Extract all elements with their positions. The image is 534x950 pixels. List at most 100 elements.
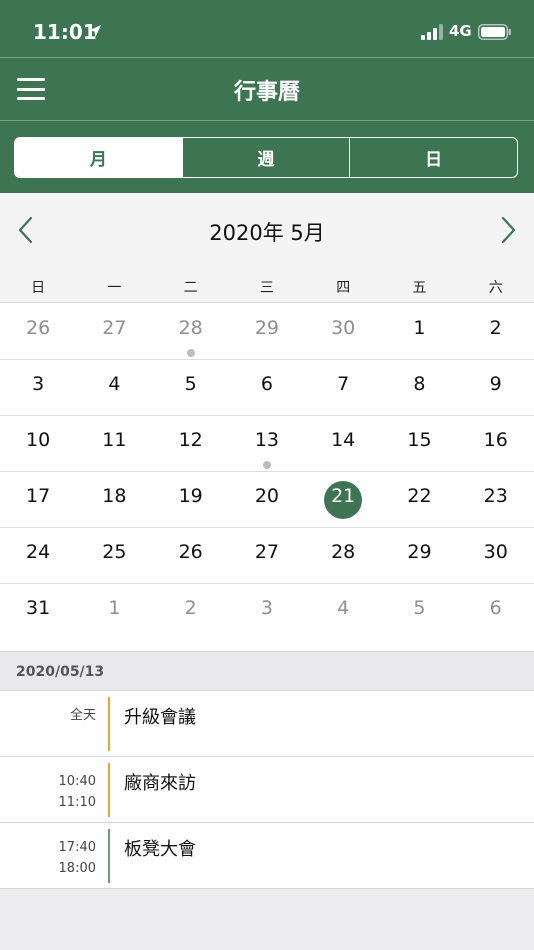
day-number: 27	[102, 317, 127, 339]
view-mode-segmented-control: 月週日	[14, 137, 518, 178]
calendar-day[interactable]: 30	[305, 304, 381, 359]
day-number: 10	[26, 429, 51, 451]
calendar-day[interactable]: 3	[0, 360, 76, 415]
calendar-week-row: 3 4 5 6 7 8 9	[0, 360, 534, 416]
day-number: 28	[178, 317, 203, 339]
calendar-day[interactable]: 28	[305, 528, 381, 583]
day-number: 13	[254, 429, 280, 451]
weekday-label: 三	[259, 280, 274, 296]
calendar-day[interactable]: 28	[153, 304, 229, 359]
day-number: 6	[489, 597, 502, 619]
calendar-day[interactable]: 29	[381, 528, 457, 583]
month-grid: 26 27 28 29 30 1 2 3 4 5 6 7 8 9 10 11 12 13 14 15 16 17 18 19 2…	[0, 304, 534, 640]
event-color-bar	[108, 763, 110, 817]
nav-divider	[0, 120, 534, 121]
event-title: 板凳大會	[124, 839, 196, 860]
calendar-day[interactable]: 24	[0, 528, 76, 583]
calendar-day[interactable]: 20	[229, 472, 305, 527]
calendar-day[interactable]: 9	[458, 360, 534, 415]
calendar-day-selected[interactable]: 21	[305, 472, 381, 527]
calendar-day[interactable]: 6	[458, 584, 534, 640]
weekday-label: 六	[488, 280, 503, 296]
calendar-week-row: 31 1 2 3 4 5 6	[0, 584, 534, 640]
calendar-day[interactable]: 2	[153, 584, 229, 640]
calendar-day[interactable]: 27	[229, 528, 305, 583]
event-start-time: 10:40	[58, 774, 96, 789]
calendar-day[interactable]: 8	[381, 360, 457, 415]
calendar-day[interactable]: 4	[76, 360, 152, 415]
day-number: 6	[260, 373, 273, 395]
segment-tab[interactable]: 週	[181, 138, 350, 177]
event-title: 升級會議	[124, 707, 196, 728]
event-row[interactable]: 全天 升級會議	[0, 691, 534, 757]
calendar-day[interactable]: 5	[153, 360, 229, 415]
calendar-day[interactable]: 11	[76, 416, 152, 471]
calendar-day[interactable]: 23	[458, 472, 534, 527]
calendar-day[interactable]: 19	[153, 472, 229, 527]
month-title: 2020年 5月	[209, 221, 325, 245]
day-number: 2	[184, 597, 197, 619]
calendar-day[interactable]: 7	[305, 360, 381, 415]
day-number: 29	[254, 317, 280, 339]
day-number: 9	[489, 373, 502, 395]
event-start-time: 全天	[69, 708, 96, 723]
calendar-day[interactable]: 18	[76, 472, 152, 527]
calendar-day[interactable]: 16	[458, 416, 534, 471]
calendar-day[interactable]: 4	[305, 584, 381, 640]
day-number: 5	[184, 373, 197, 395]
day-number: 25	[102, 541, 127, 563]
event-times: 10:40 11:10	[0, 771, 96, 813]
event-list: 全天 升級會議 10:40 11:10 廠商來訪 17:40 18:00 板凳大會	[0, 691, 534, 889]
calendar-day[interactable]: 1	[381, 304, 457, 359]
event-end-time: 11:10	[58, 795, 96, 810]
page-title: 行事曆	[233, 80, 300, 105]
calendar-week-row: 24 25 26 27 28 29 30	[0, 528, 534, 584]
day-number: 12	[178, 429, 203, 451]
month-header: 2020年 5月	[0, 193, 534, 265]
event-times: 全天	[0, 705, 96, 726]
calendar-day[interactable]: 29	[229, 304, 305, 359]
calendar-day[interactable]: 31	[0, 584, 76, 640]
calendar-week-row: 17 18 19 20 21 22 23	[0, 472, 534, 528]
calendar-day[interactable]: 17	[0, 472, 76, 527]
day-number: 3	[32, 373, 45, 395]
agenda-date-header: 2020/05/13	[0, 651, 534, 691]
event-color-bar	[108, 697, 110, 751]
calendar-day[interactable]: 30	[458, 528, 534, 583]
weekday-label: 一	[107, 280, 122, 296]
calendar-day[interactable]: 1	[76, 584, 152, 640]
calendar-day[interactable]: 5	[381, 584, 457, 640]
day-number: 24	[26, 541, 51, 563]
agenda-date: 2020/05/13	[16, 664, 105, 680]
day-number: 30	[483, 541, 508, 563]
calendar-day[interactable]: 26	[0, 304, 76, 359]
calendar-day[interactable]: 13	[229, 416, 305, 471]
event-times: 17:40 18:00	[0, 837, 96, 879]
segment-tab[interactable]: 日	[349, 138, 517, 177]
event-end-time: 18:00	[58, 861, 96, 876]
calendar-day[interactable]: 10	[0, 416, 76, 471]
calendar-day[interactable]: 6	[229, 360, 305, 415]
calendar-day[interactable]: 26	[153, 528, 229, 583]
day-number: 8	[413, 373, 426, 395]
location-arrow-icon	[89, 25, 101, 37]
next-month-chevron-icon[interactable]	[498, 215, 518, 245]
event-row[interactable]: 10:40 11:10 廠商來訪	[0, 757, 534, 823]
event-row[interactable]: 17:40 18:00 板凳大會	[0, 823, 534, 889]
calendar-day[interactable]: 3	[229, 584, 305, 640]
calendar-day[interactable]: 25	[76, 528, 152, 583]
weekday-label: 四	[336, 280, 351, 296]
day-number: 21	[331, 485, 356, 507]
day-number: 1	[413, 317, 426, 339]
day-number: 26	[26, 317, 51, 339]
navigation-bar: 行事曆	[0, 58, 534, 120]
calendar-day[interactable]: 12	[153, 416, 229, 471]
segment-tab[interactable]: 月	[15, 138, 182, 177]
calendar-day[interactable]: 15	[381, 416, 457, 471]
calendar-day[interactable]: 2	[458, 304, 534, 359]
calendar-day[interactable]: 22	[381, 472, 457, 527]
day-number: 27	[254, 541, 280, 563]
calendar-day[interactable]: 14	[305, 416, 381, 471]
calendar-day[interactable]: 27	[76, 304, 152, 359]
day-number: 16	[483, 429, 508, 451]
